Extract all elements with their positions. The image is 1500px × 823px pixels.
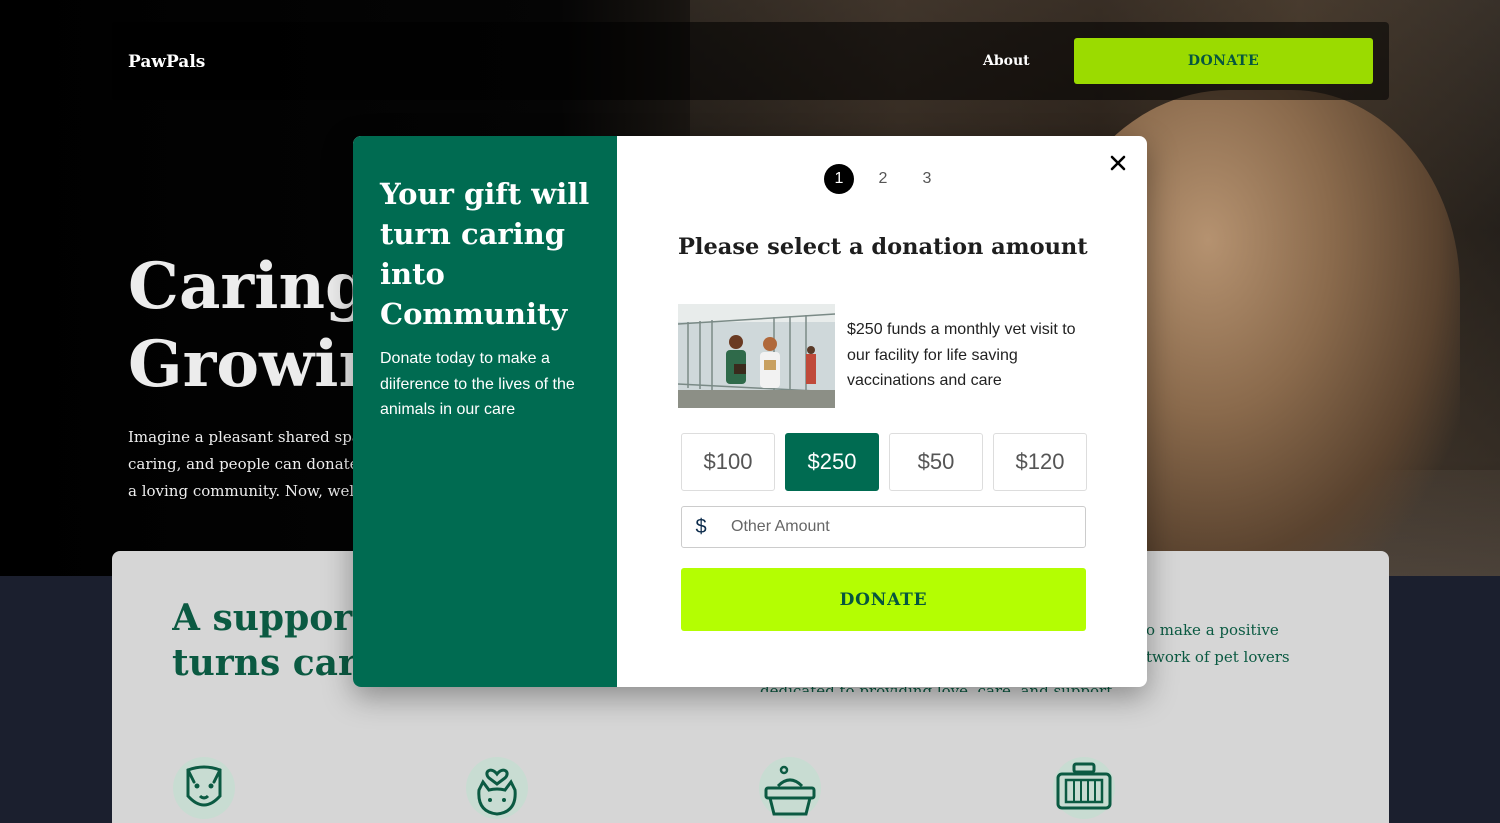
hero-title-line: Growin	[128, 327, 358, 402]
step-3: 3	[922, 170, 932, 187]
modal-heading: Your gift will turn caring into Communit…	[380, 177, 590, 331]
step-1: 1	[824, 164, 854, 194]
dollar-icon: $	[695, 515, 707, 538]
brand-logo[interactable]: PawPals	[128, 52, 205, 72]
shelter-volunteers-photo	[678, 304, 835, 408]
amount-option-50[interactable]: $50	[889, 433, 983, 491]
pet-carrier-icon	[1053, 757, 1115, 819]
amount-option-120[interactable]: $120	[993, 433, 1087, 491]
nav-donate-button[interactable]: DONATE	[1074, 38, 1373, 84]
step-indicator: 1 2 3	[824, 164, 942, 194]
other-amount-field: $	[681, 506, 1086, 548]
section-text-line: twork of pet lovers	[1146, 648, 1290, 666]
dog-icon	[173, 757, 235, 819]
section-text-line: o make a positive	[1146, 621, 1279, 639]
hero-title-line: Caring T	[128, 249, 358, 324]
donation-modal: Your gift will turn caring into Communit…	[353, 136, 1147, 687]
modal-subtext: Donate today to make a diiference to the…	[380, 350, 575, 418]
other-amount-input[interactable]	[720, 518, 1085, 536]
close-button[interactable]	[1107, 152, 1129, 174]
amount-option-250[interactable]: $250	[785, 433, 879, 491]
promo-description: $250 funds a monthly vet visit to our fa…	[847, 321, 1076, 389]
hero-text-line: a loving community. Now, welc	[128, 482, 358, 500]
section-title: A supporti turns carin	[172, 596, 362, 686]
nav-about-link[interactable]: About	[983, 53, 1030, 69]
close-icon	[1110, 155, 1126, 171]
select-amount-title: Please select a donation amount	[678, 234, 1088, 260]
hero-description: Imagine a pleasant shared spa caring, an…	[128, 424, 358, 505]
hero-title: Caring T Growin	[128, 248, 358, 404]
section-description: o make a positive twork of pet lovers	[1146, 617, 1290, 671]
section-title-line: A supporti	[172, 597, 362, 639]
amount-option-100[interactable]: $100	[681, 433, 775, 491]
section-title-line: turns carin	[172, 642, 362, 684]
modal-side-panel: Your gift will turn caring into Communit…	[353, 136, 617, 687]
amount-options: $100 $250 $50 $120	[681, 433, 1087, 491]
pet-bed-icon	[759, 757, 821, 819]
donate-button[interactable]: DONATE	[681, 568, 1086, 631]
hero-text-line: Imagine a pleasant shared spa	[128, 428, 358, 446]
cat-heart-icon	[466, 757, 528, 819]
step-2: 2	[878, 170, 888, 187]
hero-text-line: caring, and people can donate	[128, 455, 358, 473]
